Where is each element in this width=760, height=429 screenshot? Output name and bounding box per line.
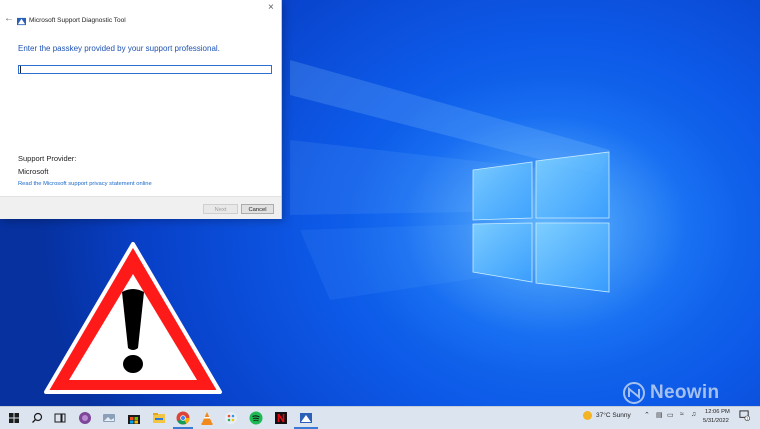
- windows-start-icon[interactable]: [6, 410, 22, 426]
- text-caret: [20, 66, 21, 73]
- wifi-icon[interactable]: ≈: [680, 411, 684, 418]
- spotify-icon[interactable]: [248, 410, 264, 426]
- neowin-text: Neowin: [650, 382, 720, 403]
- next-button[interactable]: Next: [203, 204, 238, 214]
- battery-icon[interactable]: ▭: [667, 411, 674, 419]
- photos-icon[interactable]: [101, 410, 117, 426]
- search-icon[interactable]: [29, 410, 45, 426]
- cancel-button[interactable]: Cancel: [241, 204, 274, 214]
- notification-icon[interactable]: 1: [739, 410, 750, 421]
- paint-icon[interactable]: [223, 410, 239, 426]
- warning-triangle-icon: [44, 242, 222, 394]
- netflix-icon[interactable]: [273, 410, 289, 426]
- close-icon[interactable]: ×: [268, 2, 274, 13]
- chevron-up-icon[interactable]: ⌃: [644, 411, 650, 419]
- volume-icon[interactable]: ♫: [691, 411, 696, 418]
- chrome-icon[interactable]: [175, 410, 191, 426]
- diagnostic-tool-icon[interactable]: [298, 410, 314, 426]
- notification-count: 1: [746, 416, 748, 420]
- file-explorer-icon[interactable]: [151, 410, 167, 426]
- tor-browser-icon[interactable]: [77, 410, 93, 426]
- back-arrow-icon[interactable]: ←: [4, 13, 14, 24]
- network-icon[interactable]: ▤: [656, 411, 663, 419]
- microsoft-store-icon[interactable]: [126, 410, 142, 426]
- support-provider-label: Support Provider:: [18, 154, 77, 163]
- dialog-title: Microsoft Support Diagnostic Tool: [29, 17, 126, 24]
- weather-sun-icon[interactable]: [583, 411, 592, 420]
- dialog-footer: [0, 196, 281, 219]
- support-provider-name: Microsoft: [18, 167, 49, 176]
- passkey-prompt: Enter the passkey provided by your suppo…: [18, 44, 220, 53]
- diagnostic-tool-dialog: ← Microsoft Support Diagnostic Tool × En…: [0, 0, 282, 219]
- privacy-statement-link[interactable]: Read the Microsoft support privacy state…: [18, 181, 152, 187]
- clock-time[interactable]: 12:06 PM: [705, 409, 730, 415]
- clock-date[interactable]: 5/31/2022: [703, 418, 729, 424]
- vlc-icon[interactable]: [199, 410, 215, 426]
- neowin-logo-icon: [623, 382, 645, 404]
- diagnostic-app-icon: [17, 17, 26, 26]
- task-view-icon[interactable]: [52, 410, 68, 426]
- weather-text[interactable]: 37°C Sunny: [596, 412, 631, 419]
- passkey-input[interactable]: [18, 65, 272, 74]
